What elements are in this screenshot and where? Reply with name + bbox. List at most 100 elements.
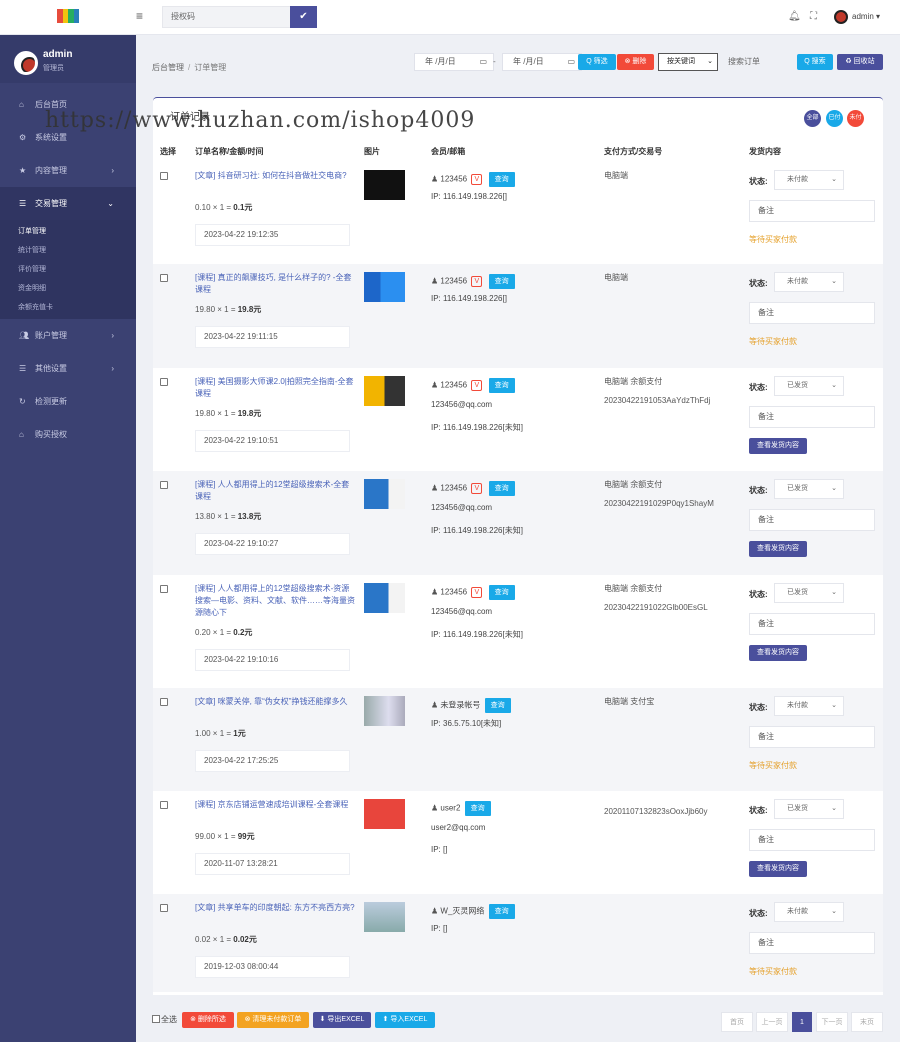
select-all-checkbox[interactable]: 全选 (152, 1014, 177, 1025)
order-name-link[interactable]: [课程] 人人都用得上的12堂超级搜索术-全套课程 (195, 479, 355, 503)
sidebar-subitem-reviews[interactable]: 评价管理 (0, 260, 136, 279)
order-name-link[interactable]: [课程] 京东店铺运营速成培训课程-全套课程 (195, 799, 355, 811)
product-thumbnail[interactable] (364, 696, 405, 726)
avatar[interactable] (834, 10, 848, 24)
sidebar-item-trade[interactable]: ☰ 交易管理 ⌄ (0, 187, 136, 220)
row-checkbox[interactable] (160, 481, 168, 489)
row-checkbox[interactable] (160, 274, 168, 282)
pager-prev[interactable]: 上一页 (756, 1012, 788, 1032)
pager-page-1[interactable]: 1 (792, 1012, 812, 1032)
status-select[interactable]: 已发货 ⌄ (774, 479, 844, 499)
query-button[interactable]: 查询 (488, 904, 515, 919)
product-thumbnail[interactable] (364, 799, 405, 829)
order-name-link[interactable]: [文章] 共享单车的印度朝起: 东方不亮西方亮? (195, 902, 355, 914)
order-name-link[interactable]: [课程] 人人都用得上的12堂超级搜索术-资源搜索—电影、资料、文献、软件……等… (195, 583, 355, 619)
auth-submit-button[interactable]: ✔ (290, 6, 317, 28)
sidebar-subitem-orders[interactable]: 订单管理 (0, 222, 136, 241)
status-select[interactable]: 未付款 ⌄ (774, 902, 844, 922)
remark-input[interactable]: 备注 (749, 726, 875, 748)
profile-role: 管理员 (43, 65, 64, 72)
product-thumbnail[interactable] (364, 583, 405, 613)
vip-icon: V (471, 276, 483, 287)
breadcrumb-root[interactable]: 后台管理 (152, 63, 184, 72)
sidebar-item-accounts[interactable]: 👥︎ 账户管理 › (0, 319, 136, 352)
status-select[interactable]: 未付款 ⌄ (774, 696, 844, 716)
sidebar-subitem-stats[interactable]: 统计管理 (0, 241, 136, 260)
bell-icon[interactable]: 🔔︎ (788, 11, 801, 22)
order-time: 2023-04-22 19:10:16 (195, 649, 350, 671)
user-menu[interactable]: admin ▾ (852, 12, 880, 21)
product-thumbnail[interactable] (364, 376, 405, 406)
view-delivery-button[interactable]: 查看发货内容 (749, 541, 807, 557)
keyword-select[interactable]: 按关键词 ⌄ (658, 53, 718, 71)
recycle-bin-button[interactable]: ♻ 回收站 (837, 54, 883, 70)
query-button[interactable]: 查询 (484, 698, 511, 713)
status-select[interactable]: 未付款 ⌄ (774, 272, 844, 292)
product-thumbnail[interactable] (364, 272, 405, 302)
menu-toggle-icon[interactable]: ≡ (136, 10, 148, 22)
order-search-input[interactable]: 搜索订单 (722, 53, 792, 71)
pager-first[interactable]: 首页 (721, 1012, 753, 1032)
pager-next[interactable]: 下一页 (816, 1012, 848, 1032)
legend-paid-badge[interactable]: 已付 (826, 110, 843, 127)
export-excel-button[interactable]: ⬇ 导出EXCEL (313, 1012, 371, 1028)
remark-input[interactable]: 备注 (749, 509, 875, 531)
remark-input[interactable]: 备注 (749, 932, 875, 954)
status-select[interactable]: 已发货 ⌄ (774, 376, 844, 396)
status-select[interactable]: 未付款 ⌄ (774, 170, 844, 190)
remark-input[interactable]: 备注 (749, 302, 875, 324)
calendar-icon[interactable]: ▭ (567, 54, 575, 70)
sidebar-item-content[interactable]: ★ 内容管理 › (0, 154, 136, 187)
view-delivery-button[interactable]: 查看发货内容 (749, 861, 807, 877)
filter-button[interactable]: Q 筛选 (578, 54, 616, 70)
query-button[interactable]: 查询 (488, 274, 515, 289)
order-name-link[interactable]: [课程] 美国摄影大师课2.0|拍照完全指南-全套课程 (195, 376, 355, 400)
legend-unpaid-badge[interactable]: 未付 (847, 110, 864, 127)
sidebar-item-update[interactable]: ↻ 检测更新 (0, 385, 136, 418)
delete-selected-button[interactable]: ⊗ 删除所选 (182, 1012, 234, 1028)
member-info: ♟ 123456 V 查询 (431, 585, 515, 600)
product-thumbnail[interactable] (364, 479, 405, 509)
product-thumbnail[interactable] (364, 170, 405, 200)
clear-unpaid-button[interactable]: ⊗ 清理未付款订单 (237, 1012, 309, 1028)
sidebar-subitem-recharge[interactable]: 余额充值卡 (0, 298, 136, 317)
legend-all-badge[interactable]: 全部 (804, 110, 821, 127)
query-button[interactable]: 查询 (464, 801, 491, 816)
query-button[interactable]: 查询 (488, 172, 515, 187)
order-name-link[interactable]: [文章] 抖音研习社: 如何在抖音做社交电商? (195, 170, 355, 182)
fullscreen-icon[interactable]: ⛶ (810, 11, 817, 22)
auth-code-input[interactable]: 授权码 (162, 6, 290, 28)
sidebar-item-other[interactable]: ☰ 其他设置 › (0, 352, 136, 385)
delete-button[interactable]: ⊗ 删除 (617, 54, 654, 70)
row-checkbox[interactable] (160, 585, 168, 593)
sidebar-subitem-funds[interactable]: 资金明细 (0, 279, 136, 298)
remark-input[interactable]: 备注 (749, 613, 875, 635)
row-checkbox[interactable] (160, 801, 168, 809)
date-end-input[interactable]: 年 /月/日 ▭ (502, 53, 582, 71)
row-checkbox[interactable] (160, 172, 168, 180)
status-select[interactable]: 已发货 ⌄ (774, 583, 844, 603)
remark-input[interactable]: 备注 (749, 200, 875, 222)
row-checkbox[interactable] (160, 904, 168, 912)
date-start-input[interactable]: 年 /月/日 ▭ (414, 53, 494, 71)
app-logo[interactable] (57, 9, 79, 23)
row-checkbox[interactable] (160, 378, 168, 386)
remark-input[interactable]: 备注 (749, 829, 875, 851)
order-name-link[interactable]: [文章] 咪蒙关停, 靠“伪女权”挣钱还能撑多久 (195, 696, 355, 708)
product-thumbnail[interactable] (364, 902, 405, 932)
calendar-icon[interactable]: ▭ (479, 54, 487, 70)
view-delivery-button[interactable]: 查看发货内容 (749, 438, 807, 454)
remark-input[interactable]: 备注 (749, 406, 875, 428)
status-select[interactable]: 已发货 ⌄ (774, 799, 844, 819)
query-button[interactable]: 查询 (488, 378, 515, 393)
list-icon: ☰ (19, 364, 27, 373)
search-button[interactable]: Q 搜索 (797, 54, 833, 70)
pager-last[interactable]: 末页 (851, 1012, 883, 1032)
query-button[interactable]: 查询 (488, 481, 515, 496)
row-checkbox[interactable] (160, 698, 168, 706)
query-button[interactable]: 查询 (488, 585, 515, 600)
order-name-link[interactable]: [课程] 真正的飙骤技巧, 是什么样子的? -全套课程 (195, 272, 355, 296)
import-excel-button[interactable]: ⬆ 导入EXCEL (375, 1012, 435, 1028)
view-delivery-button[interactable]: 查看发货内容 (749, 645, 807, 661)
sidebar-item-license[interactable]: ⌂ 购买授权 (0, 418, 136, 451)
